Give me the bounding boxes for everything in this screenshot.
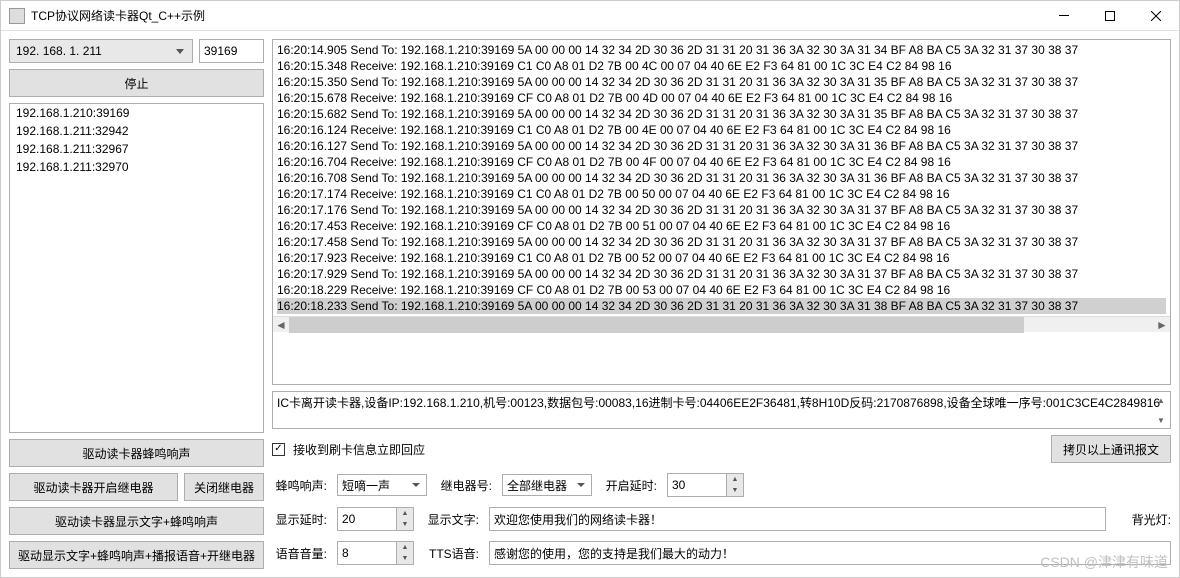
log-line[interactable]: 16:20:16.127 Send To: 192.168.1.210:3916… xyxy=(277,138,1166,154)
log-line[interactable]: 16:20:16.708 Send To: 192.168.1.210:3916… xyxy=(277,170,1166,186)
log-line[interactable]: 16:20:17.453 Receive: 192.168.1.210:3916… xyxy=(277,218,1166,234)
btn-label: 关闭继电器 xyxy=(194,479,254,496)
buzzer-label: 蜂鸣响声: xyxy=(272,477,327,494)
list-item[interactable]: 192.168.1.211:32967 xyxy=(10,140,263,158)
scroll-down-icon[interactable]: ▼ xyxy=(1154,414,1168,426)
client-list[interactable]: 192.168.1.210:39169 192.168.1.211:32942 … xyxy=(9,103,264,433)
scroll-up-icon[interactable]: ▲ xyxy=(1154,394,1168,406)
disp-delay-input[interactable] xyxy=(337,507,397,531)
horizontal-scrollbar[interactable]: ◄ ► xyxy=(273,316,1170,332)
volume-input[interactable] xyxy=(337,541,397,565)
auto-reply-label: 接收到刷卡信息立即回应 xyxy=(293,441,425,458)
btn-label: 驱动显示文字+蜂鸣响声+播报语音+开继电器 xyxy=(18,547,255,564)
backlight-label: 背光灯: xyxy=(1116,511,1171,528)
maximize-button[interactable] xyxy=(1087,1,1133,31)
relay-value: 全部继电器 xyxy=(507,477,567,494)
btn-label: 驱动读卡器蜂鸣响声 xyxy=(82,445,190,462)
app-icon xyxy=(9,8,25,24)
spin-down-icon[interactable]: ▼ xyxy=(397,553,413,564)
close-button[interactable] xyxy=(1133,1,1179,31)
log-line[interactable]: 16:20:18.233 Send To: 192.168.1.210:3916… xyxy=(277,298,1166,314)
delay-on-label: 开启延时: xyxy=(602,477,657,494)
scroll-thumb[interactable] xyxy=(289,317,1024,333)
minimize-icon xyxy=(1059,15,1069,16)
relay-select[interactable]: 全部继电器 xyxy=(502,474,592,496)
disp-text-input[interactable] xyxy=(489,507,1106,531)
log-line[interactable]: 16:20:18.229 Receive: 192.168.1.210:3916… xyxy=(277,282,1166,298)
stop-button[interactable]: 停止 xyxy=(9,69,264,97)
btn-label: 驱动读卡器显示文字+蜂鸣响声 xyxy=(55,513,218,530)
volume-label: 语音音量: xyxy=(272,545,327,562)
log-line[interactable]: 16:20:15.682 Send To: 192.168.1.210:3916… xyxy=(277,106,1166,122)
log-line[interactable]: 16:20:17.929 Send To: 192.168.1.210:3916… xyxy=(277,266,1166,282)
spin-up-icon[interactable]: ▲ xyxy=(727,474,743,485)
list-item[interactable]: 192.168.1.210:39169 xyxy=(10,104,263,122)
btn-label: 拷贝以上通讯报文 xyxy=(1063,441,1159,458)
spin-up-icon[interactable]: ▲ xyxy=(397,542,413,553)
scroll-left-icon[interactable]: ◄ xyxy=(273,317,289,333)
log-line[interactable]: 16:20:17.176 Send To: 192.168.1.210:3916… xyxy=(277,202,1166,218)
delay-on-input[interactable] xyxy=(667,473,727,497)
relay-no-label: 继电器号: xyxy=(437,477,492,494)
info-text: IC卡离开读卡器,设备IP:192.168.1.210,机号:00123,数据包… xyxy=(277,396,1160,410)
spin-up-icon[interactable]: ▲ xyxy=(397,508,413,519)
scroll-right-icon[interactable]: ► xyxy=(1154,317,1170,333)
text-buzzer-button[interactable]: 驱动读卡器显示文字+蜂鸣响声 xyxy=(9,507,264,535)
tts-label: TTS语音: xyxy=(424,545,479,562)
tts-input[interactable] xyxy=(489,541,1171,565)
maximize-icon xyxy=(1105,11,1115,21)
auto-reply-checkbox[interactable] xyxy=(272,443,285,456)
log-line[interactable]: 16:20:17.174 Receive: 192.168.1.210:3916… xyxy=(277,186,1166,202)
spin-down-icon[interactable]: ▼ xyxy=(397,519,413,530)
info-textarea[interactable]: IC卡离开读卡器,设备IP:192.168.1.210,机号:00123,数据包… xyxy=(272,391,1171,429)
ip-combo-value: 192. 168. 1. 211 xyxy=(16,44,102,58)
copy-log-button[interactable]: 拷贝以上通讯报文 xyxy=(1051,435,1171,463)
ip-combo[interactable]: 192. 168. 1. 211 xyxy=(9,39,193,63)
all-actions-button[interactable]: 驱动显示文字+蜂鸣响声+播报语音+开继电器 xyxy=(9,541,264,569)
spin-down-icon[interactable]: ▼ xyxy=(727,485,743,496)
log-line[interactable]: 16:20:15.678 Receive: 192.168.1.210:3916… xyxy=(277,90,1166,106)
stop-button-label: 停止 xyxy=(124,75,148,92)
disp-delay-label: 显示延时: xyxy=(272,511,327,528)
relay-on-button[interactable]: 驱动读卡器开启继电器 xyxy=(9,473,178,501)
disp-text-label: 显示文字: xyxy=(424,511,479,528)
log-line[interactable]: 16:20:15.350 Send To: 192.168.1.210:3916… xyxy=(277,74,1166,90)
log-textarea[interactable]: 16:20:14.905 Send To: 192.168.1.210:3916… xyxy=(272,39,1171,385)
minimize-button[interactable] xyxy=(1041,1,1087,31)
log-line[interactable]: 16:20:17.923 Receive: 192.168.1.210:3916… xyxy=(277,250,1166,266)
list-item[interactable]: 192.168.1.211:32942 xyxy=(10,122,263,140)
btn-label: 驱动读卡器开启继电器 xyxy=(33,479,153,496)
close-icon xyxy=(1151,11,1161,21)
log-line[interactable]: 16:20:17.458 Send To: 192.168.1.210:3916… xyxy=(277,234,1166,250)
window-title: TCP协议网络读卡器Qt_C++示例 xyxy=(31,7,1041,24)
log-line[interactable]: 16:20:16.704 Receive: 192.168.1.210:3916… xyxy=(277,154,1166,170)
log-line[interactable]: 16:20:15.348 Receive: 192.168.1.210:3916… xyxy=(277,58,1166,74)
drive-buzzer-button[interactable]: 驱动读卡器蜂鸣响声 xyxy=(9,439,264,467)
relay-off-button[interactable]: 关闭继电器 xyxy=(184,473,264,501)
port-input[interactable] xyxy=(199,39,264,63)
list-item[interactable]: 192.168.1.211:32970 xyxy=(10,158,263,176)
buzzer-value: 短嘀一声 xyxy=(342,477,390,494)
titlebar: TCP协议网络读卡器Qt_C++示例 xyxy=(1,1,1179,31)
log-line[interactable]: 16:20:16.124 Receive: 192.168.1.210:3916… xyxy=(277,122,1166,138)
log-line[interactable]: 16:20:14.905 Send To: 192.168.1.210:3916… xyxy=(277,42,1166,58)
buzzer-select[interactable]: 短嘀一声 xyxy=(337,474,427,496)
